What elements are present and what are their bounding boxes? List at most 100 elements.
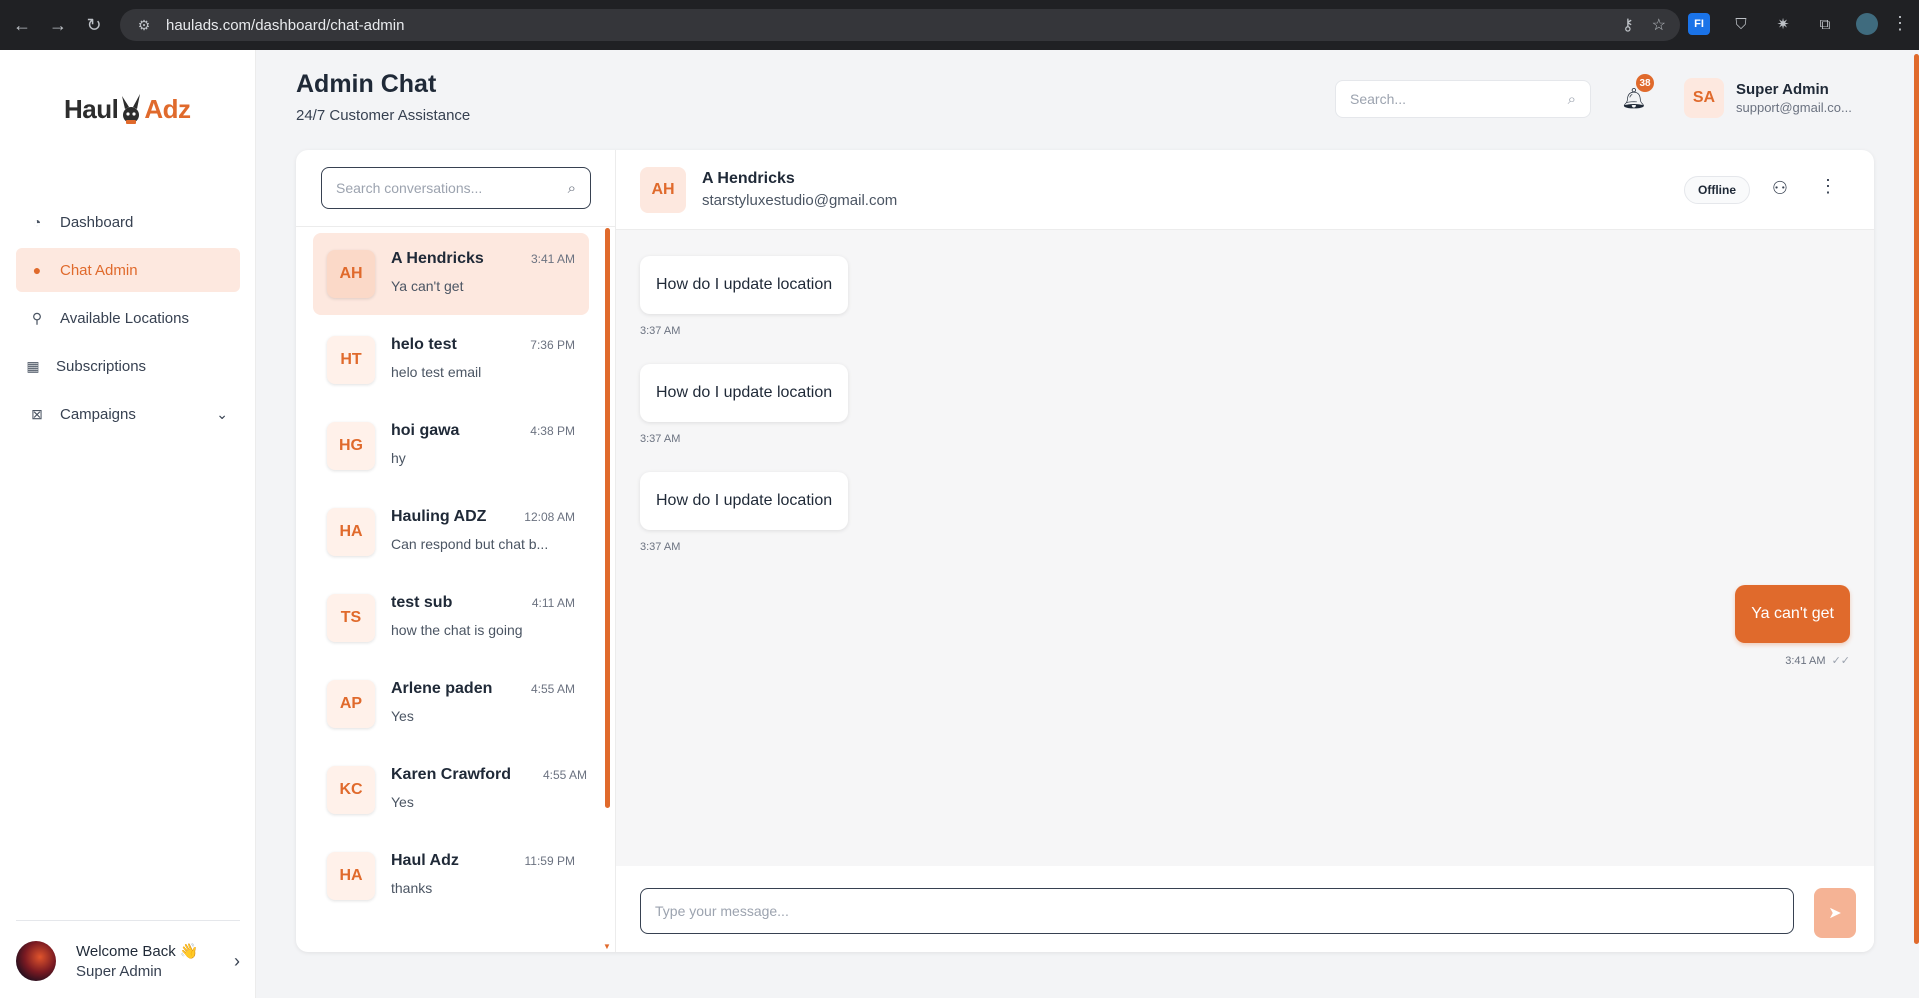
conversation-preview: Yes — [391, 794, 414, 810]
message-time: 3:37 AM — [640, 541, 681, 553]
logo-mascot-icon — [122, 94, 141, 124]
avatar: AP — [327, 680, 375, 728]
list-item[interactable]: HT helo test 7:36 PM helo test email — [313, 319, 589, 401]
user-menu[interactable]: SA Super Admin support@gmail.co... — [1684, 78, 1852, 118]
scroll-down-arrow-icon[interactable]: ▼ — [603, 942, 611, 951]
user-profile-icon[interactable]: ⚇ — [1768, 178, 1792, 199]
forward-icon[interactable]: → — [40, 7, 76, 43]
key-icon[interactable]: ⚷ — [1622, 15, 1634, 35]
conversation-preview: Ya can't get — [391, 278, 464, 294]
pie-chart-icon: ◔ — [32, 214, 42, 230]
conversation-time: 3:41 AM — [530, 252, 575, 266]
contact-email: starstyluxestudio@gmail.com — [702, 192, 898, 209]
sidebar-item-dashboard[interactable]: ◔ Dashboard — [16, 200, 240, 244]
outgoing-message: Ya can't get — [1735, 585, 1850, 643]
outgoing-message-time: 3:41 AM ✓✓ — [1785, 654, 1850, 667]
list-item[interactable]: KC Karen Crawford 4:55 AM Yes — [313, 749, 589, 831]
site-info-icon[interactable]: ⚙ — [134, 15, 154, 35]
address-bar[interactable]: ⚙ haulads.com/dashboard/chat-admin ⚷ ☆ — [120, 9, 1680, 41]
gear-extension-icon[interactable]: ✷ — [1772, 13, 1794, 35]
header-search-input[interactable]: Search... ⌕ — [1335, 80, 1591, 118]
welcome-text: Welcome Back 👋 — [76, 943, 199, 960]
message-thread: How do I update location 3:37 AM How do … — [616, 230, 1874, 866]
avatar: HG — [327, 422, 375, 470]
page-subtitle: 24/7 Customer Assistance — [296, 107, 471, 124]
conversation-search-input[interactable]: Search conversations... ⌕ — [321, 167, 591, 209]
sidebar-item-campaigns[interactable]: ⊠ Campaigns ⌄ — [16, 392, 240, 436]
incoming-message: How do I update location — [640, 364, 849, 422]
sidebar-item-label: Chat Admin — [60, 261, 138, 279]
conversation-time: 4:11 AM — [531, 596, 575, 610]
conversation-list: AH A Hendricks 3:41 AM Ya can't get HT h… — [296, 226, 616, 952]
subscriptions-icon: ▦ — [26, 357, 40, 374]
back-icon[interactable]: ← — [4, 7, 40, 43]
sidebar: Haul Adz ◔ Dashboard ● Chat Admin ⚲ Avai… — [0, 50, 256, 998]
avatar: TS — [327, 594, 375, 642]
message-time: 3:41 AM — [1785, 655, 1826, 667]
browser-menu-icon[interactable]: ⋮ — [1891, 13, 1909, 34]
avatar: SA — [1684, 78, 1724, 118]
sidebar-item-available-locations[interactable]: ⚲ Available Locations — [16, 296, 240, 340]
page-scrollbar-thumb[interactable] — [1914, 54, 1919, 944]
status-badge: Offline — [1684, 176, 1750, 204]
chevron-down-icon[interactable]: ⌄ — [216, 406, 228, 423]
sidebar-nav: ◔ Dashboard ● Chat Admin ⚲ Available Loc… — [16, 200, 240, 440]
send-button[interactable]: ➤ — [1814, 888, 1856, 938]
list-item[interactable]: HG hoi gawa 4:38 PM hy — [313, 405, 589, 487]
sidebar-item-label: Available Locations — [60, 309, 189, 327]
message-time: 3:37 AM — [640, 433, 681, 445]
sidebar-item-subscriptions[interactable]: ▦ Subscriptions — [16, 344, 240, 388]
browser-toolbar: ← → ↻ ⚙ haulads.com/dashboard/chat-admin… — [0, 0, 1919, 50]
shield-extension-icon[interactable]: ⛉ — [1730, 13, 1752, 35]
bookmark-star-icon[interactable]: ☆ — [1652, 15, 1666, 35]
conversation-time: 4:55 AM — [542, 768, 587, 782]
conversation-preview: hy — [391, 450, 406, 466]
puzzle-extensions-icon[interactable]: ⧉ — [1814, 13, 1836, 35]
avatar: HT — [327, 336, 375, 384]
avatar: HA — [327, 508, 375, 556]
more-options-icon[interactable]: ⋮ — [1818, 176, 1838, 197]
message-input[interactable]: Type your message... — [640, 888, 1794, 934]
profile-avatar-icon[interactable] — [1856, 13, 1878, 35]
conversation-search-placeholder: Search conversations... — [336, 180, 483, 196]
incoming-message: How do I update location — [640, 472, 849, 530]
conversation-panel: Search conversations... ⌕ AH A Hendricks… — [296, 150, 616, 952]
extension-fi-icon[interactable]: FI — [1688, 13, 1710, 35]
message-input-placeholder: Type your message... — [655, 903, 789, 919]
conversation-time: 4:38 PM — [530, 424, 575, 438]
list-item[interactable]: HA Haul Adz 11:59 PM thanks — [313, 835, 589, 917]
conversation-scrollbar[interactable] — [605, 228, 610, 808]
list-item[interactable]: TS test sub 4:11 AM how the chat is goin… — [313, 577, 589, 659]
logo[interactable]: Haul Adz — [64, 84, 194, 134]
conversation-preview: Can respond but chat b... — [391, 536, 549, 552]
sidebar-user-footer[interactable]: Welcome Back 👋 Super Admin › — [16, 920, 240, 981]
conversation-preview: how the chat is going — [391, 622, 523, 638]
chevron-right-icon[interactable]: › — [234, 951, 240, 972]
list-item[interactable]: AH A Hendricks 3:41 AM Ya can't get — [313, 233, 589, 315]
avatar: KC — [327, 766, 375, 814]
conversation-time: 7:36 PM — [530, 338, 575, 352]
conversation-preview: thanks — [391, 880, 433, 896]
send-icon: ➤ — [1828, 905, 1842, 922]
page-title: Admin Chat — [296, 70, 437, 98]
list-item[interactable]: HA Hauling ADZ 12:08 AM Can respond but … — [313, 491, 589, 573]
contact-name: A Hendricks — [702, 170, 795, 187]
header-search-placeholder: Search... — [1350, 91, 1407, 107]
url-text: haulads.com/dashboard/chat-admin — [166, 16, 405, 34]
avatar: HA — [327, 852, 375, 900]
chat-card: Search conversations... ⌕ AH A Hendricks… — [296, 150, 1874, 952]
logo-text-left: Haul — [64, 93, 119, 124]
avatar — [16, 941, 56, 981]
reload-icon[interactable]: ↻ — [76, 7, 112, 43]
search-icon: ⌕ — [567, 179, 576, 197]
page-scrollbar[interactable] — [1911, 50, 1919, 998]
location-pin-icon: ⚲ — [31, 309, 43, 326]
chat-icon: ● — [32, 262, 42, 278]
sidebar-item-label: Dashboard — [60, 213, 134, 231]
list-item[interactable]: AP Arlene paden 4:55 AM Yes — [313, 663, 589, 745]
sidebar-item-label: Campaigns — [60, 405, 136, 423]
sidebar-item-chat-admin[interactable]: ● Chat Admin — [16, 248, 240, 292]
double-check-icon: ✓✓ — [1831, 655, 1850, 667]
conversation-time: 12:08 AM — [524, 510, 575, 524]
conversation-preview: helo test email — [391, 364, 482, 380]
